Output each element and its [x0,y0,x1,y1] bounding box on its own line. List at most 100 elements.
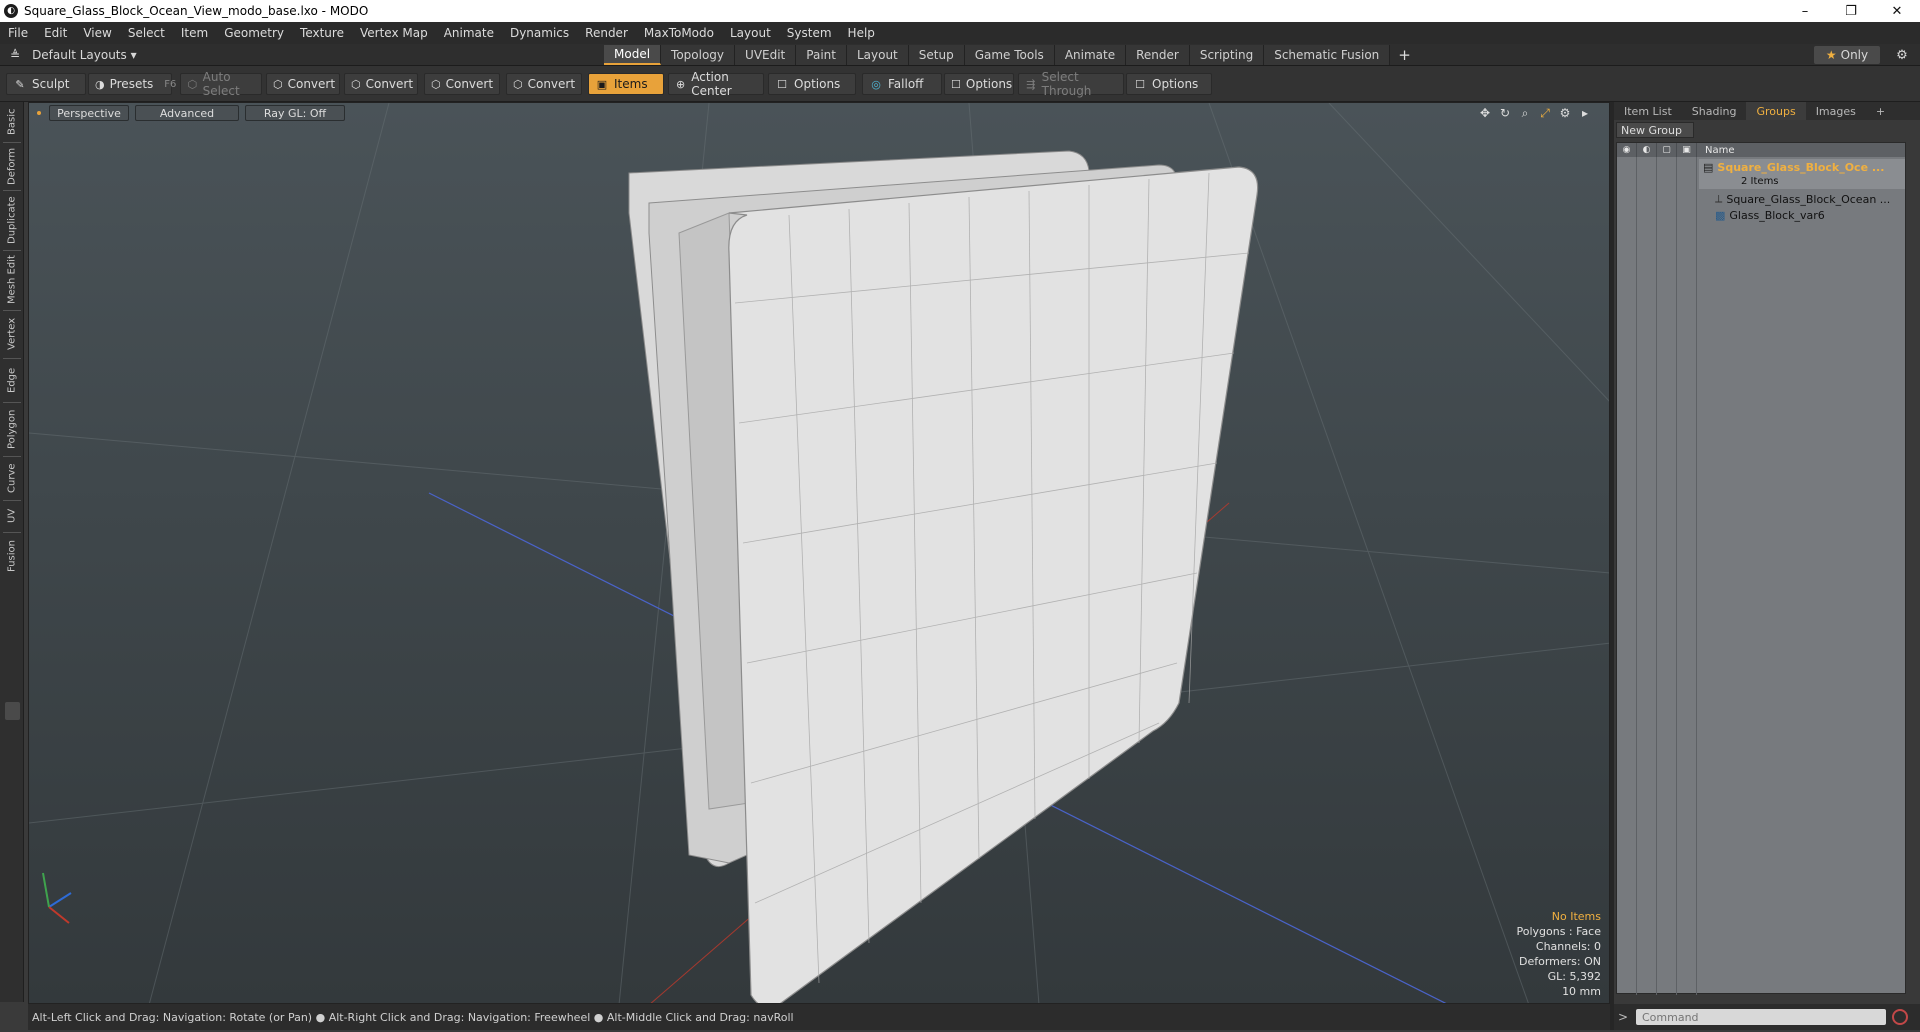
minimize-button[interactable]: – [1782,0,1828,22]
sidetab-edge[interactable]: Edge [3,362,21,398]
command-input[interactable] [1636,1009,1886,1025]
sidetab-deform[interactable]: Deform [3,146,21,186]
groups-panel: Item List Shading Groups Images + New Gr… [1614,102,1920,1004]
gear-icon[interactable]: ⚙ [1892,46,1912,64]
side-panel-toggle[interactable] [5,702,20,720]
menu-render[interactable]: Render [577,26,636,40]
menu-edit[interactable]: Edit [36,26,75,40]
command-bar: > [1614,1004,1920,1030]
menu-system[interactable]: System [779,26,840,40]
select-column-icon[interactable]: ▣ [1677,143,1697,157]
title-bar: ◐ Square_Glass_Block_Ocean_View_modo_bas… [0,0,1920,22]
tab-shading[interactable]: Shading [1682,102,1747,120]
shading-mode-dropdown[interactable]: Advanced [135,105,239,121]
tab-game-tools[interactable]: Game Tools [964,45,1055,65]
tab-setup[interactable]: Setup [908,45,965,65]
zoom-icon[interactable]: ⌕ [1517,105,1533,121]
sidetab-basic[interactable]: Basic [3,106,21,138]
only-toggle[interactable]: ★ Only [1814,46,1880,64]
record-macro-icon[interactable] [1892,1009,1908,1025]
items-mode-button[interactable]: ▣ Items [588,73,664,95]
tab-scripting[interactable]: Scripting [1189,45,1265,65]
layout-tabs: Model Topology UVEdit Paint Layout Setup… [604,45,1419,65]
presets-button[interactable]: ◑ Presets F6 [88,73,176,95]
viewport-options-dot[interactable] [37,111,41,115]
menu-file[interactable]: File [0,26,36,40]
options-button-1[interactable]: ☐ Options [768,73,856,95]
convert-button-2[interactable]: ⬡ Convert [344,73,418,95]
sidetab-mesh-edit[interactable]: Mesh Edit [3,254,21,306]
restore-button[interactable]: ❐ [1828,0,1874,22]
close-button[interactable]: ✕ [1874,0,1920,22]
view-mode-dropdown[interactable]: Perspective [49,105,129,121]
window-title: Square_Glass_Block_Ocean_View_modo_base.… [24,4,369,18]
action-center-icon: ⊕ [676,77,686,91]
groups-table: ◉ ◐ ▢ ▣ Name ▤ Square_Glass_Block_Oce ..… [1616,142,1906,995]
menu-vertex-map[interactable]: Vertex Map [352,26,436,40]
raygl-toggle[interactable]: Ray GL: Off [245,105,345,121]
viewport-menu-arrow-icon[interactable]: ▸ [1577,105,1593,121]
tab-paint[interactable]: Paint [796,45,847,65]
add-panel-tab-button[interactable]: + [1866,102,1895,120]
select-through-button[interactable]: ⇶ Select Through [1018,70,1124,98]
sidetab-uv[interactable]: UV [3,504,21,528]
name-column-header[interactable]: Name [1697,145,1735,156]
pan-icon[interactable]: ✥ [1477,105,1493,121]
tab-groups[interactable]: Groups [1746,102,1806,120]
auto-select-button[interactable]: ⬡ Auto Select [180,70,262,98]
viewport-3d[interactable]: Perspective Advanced Ray GL: Off ✥ ↻ ⌕ ⤢… [28,102,1610,1004]
tab-schematic-fusion[interactable]: Schematic Fusion [1264,45,1391,65]
rotate-icon[interactable]: ↻ [1497,105,1513,121]
tab-item-list[interactable]: Item List [1614,102,1682,120]
menu-geometry[interactable]: Geometry [216,26,292,40]
options-button-2[interactable]: ☐ Options [944,73,1014,95]
modo-logo-icon: ◐ [4,4,18,18]
checkbox-icon: ☐ [951,77,961,91]
menu-maxtomodo[interactable]: MaxToModo [636,26,722,40]
tab-uvedit[interactable]: UVEdit [735,45,797,65]
add-tab-button[interactable]: + [1390,45,1419,65]
maximize-icon[interactable]: ⤢ [1537,105,1553,121]
group-child-row-2[interactable]: ▩ Glass_Block_var6 [1715,207,1825,223]
menu-texture[interactable]: Texture [292,26,352,40]
stat-channels: Channels: 0 [1535,940,1601,953]
menu-animate[interactable]: Animate [436,26,502,40]
tab-topology[interactable]: Topology [661,45,736,65]
new-group-button[interactable]: New Group [1616,122,1694,138]
tab-model[interactable]: Model [604,45,662,65]
convert-button-3[interactable]: ⬡ Convert [424,73,500,95]
group-child-row-1[interactable]: ⟂ Square_Glass_Block_Ocean ... [1715,191,1890,207]
glass-block-model [628,150,1259,1003]
sidetab-fusion[interactable]: Fusion [3,536,21,576]
group-row-square-glass-block[interactable]: ▤ Square_Glass_Block_Oce ... [1703,159,1884,175]
layout-bar: ≜ Default Layouts ▾ Model Topology UVEdi… [0,44,1920,66]
visibility-column-icon[interactable]: ◉ [1617,143,1637,157]
convert-button-1[interactable]: ⬡ Convert [266,73,340,95]
lock-column-icon[interactable]: ▢ [1657,143,1677,157]
sidetab-curve[interactable]: Curve [3,460,21,496]
falloff-button[interactable]: ◎ Falloff [862,73,942,95]
convert-button-4[interactable]: ⬡ Convert [506,73,582,95]
scene-stats: No Items Polygons : Face Channels: 0 Def… [1516,909,1601,999]
default-layouts-dropdown[interactable]: ≜ Default Layouts ▾ [10,46,137,64]
sidetab-duplicate[interactable]: Duplicate [3,194,21,246]
action-center-button[interactable]: ⊕ Action Center [668,70,764,98]
menu-select[interactable]: Select [120,26,173,40]
tab-images[interactable]: Images [1806,102,1866,120]
sidetab-polygon[interactable]: Polygon [3,406,21,452]
sculpt-button[interactable]: ✎ Sculpt [6,73,86,95]
sidetab-vertex[interactable]: Vertex [3,314,21,354]
menu-help[interactable]: Help [840,26,883,40]
tab-render[interactable]: Render [1126,45,1190,65]
viewport-settings-icon[interactable]: ⚙ [1557,105,1573,121]
menu-dynamics[interactable]: Dynamics [502,26,577,40]
tab-animate[interactable]: Animate [1054,45,1127,65]
falloff-label: Falloff [888,77,924,91]
menu-item[interactable]: Item [173,26,216,40]
render-column-icon[interactable]: ◐ [1637,143,1657,157]
tab-layout[interactable]: Layout [846,45,909,65]
items-label: Items [614,77,648,91]
options-button-3[interactable]: ☐ Options [1126,73,1212,95]
menu-view[interactable]: View [75,26,119,40]
menu-layout[interactable]: Layout [722,26,779,40]
